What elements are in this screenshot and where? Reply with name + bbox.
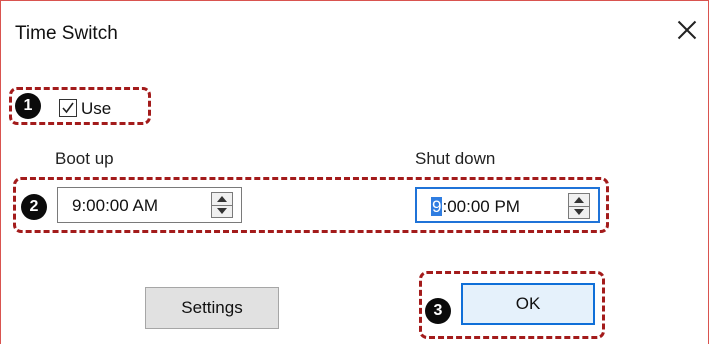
chevron-down-icon bbox=[574, 209, 584, 215]
chevron-up-icon bbox=[574, 197, 584, 203]
ok-button[interactable]: OK bbox=[461, 283, 595, 325]
shut-down-time-input[interactable]: 9:00:00 PM bbox=[415, 187, 600, 223]
boot-up-time-value: 9:00:00 AM bbox=[72, 196, 159, 215]
shut-down-label: Shut down bbox=[415, 149, 496, 168]
dialog-titlebar: Time Switch bbox=[1, 1, 708, 65]
dialog-title: Time Switch bbox=[15, 23, 118, 44]
boot-up-label: Boot up bbox=[55, 149, 114, 168]
settings-button[interactable]: Settings bbox=[145, 287, 279, 329]
callout-badge-2: 2 bbox=[21, 194, 47, 220]
checkmark-icon bbox=[62, 102, 74, 114]
shut-down-spin-down-button[interactable] bbox=[569, 206, 589, 218]
use-label[interactable]: Use bbox=[81, 99, 111, 119]
shut-down-spinner[interactable] bbox=[568, 193, 590, 219]
use-checkbox[interactable] bbox=[59, 99, 77, 117]
boot-up-time-input[interactable]: 9:00:00 AM bbox=[57, 187, 242, 223]
time-switch-dialog: Time Switch 1 Use Boot up Shut down 2 9:… bbox=[0, 0, 709, 344]
shut-down-time-value: 9:00:00 PM bbox=[431, 197, 520, 217]
callout-badge-1: 1 bbox=[15, 93, 41, 119]
shut-down-hour-selection: 9 bbox=[431, 197, 443, 216]
close-icon[interactable] bbox=[674, 17, 700, 43]
boot-up-spinner[interactable] bbox=[211, 192, 233, 218]
shut-down-time-rest: :00:00 PM bbox=[442, 197, 520, 216]
chevron-down-icon bbox=[217, 208, 227, 214]
callout-badge-3: 3 bbox=[425, 298, 451, 324]
boot-up-spin-down-button[interactable] bbox=[212, 205, 232, 217]
chevron-up-icon bbox=[217, 196, 227, 202]
